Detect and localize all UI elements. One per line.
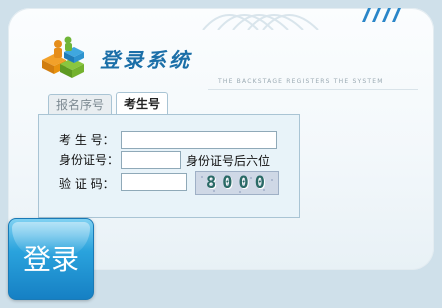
tab-registration-number[interactable]: 报名序号 (48, 94, 112, 114)
captcha-input[interactable] (121, 173, 187, 191)
people-cubes-logo-icon (42, 36, 84, 78)
divider (208, 89, 418, 90)
id-number-input[interactable] (121, 151, 181, 169)
login-form: 考 生 号： 身份证号： 身份证号后六位 验 证 码： 8000 (38, 114, 300, 218)
decorative-arcs (202, 14, 319, 30)
id-number-label: 身份证号： (59, 153, 120, 167)
login-button-label: 登录 (22, 243, 79, 276)
id-number-hint: 身份证号后六位 (186, 154, 271, 168)
captcha-text: 8000 (206, 173, 271, 193)
captcha-image[interactable]: 8000 (195, 171, 279, 195)
login-button[interactable]: 登录 (8, 218, 94, 300)
exam-no-label: 考 生 号： (59, 133, 115, 147)
page-title: 登录系统 (100, 48, 192, 72)
decorative-bars (362, 8, 401, 22)
tab-exam-number[interactable]: 考生号 (116, 92, 168, 114)
exam-no-input[interactable] (121, 131, 277, 149)
captcha-label: 验 证 码： (59, 177, 115, 191)
page-subtitle: THE BACKSTAGE REGISTERS THE SYSTEM (218, 78, 384, 85)
